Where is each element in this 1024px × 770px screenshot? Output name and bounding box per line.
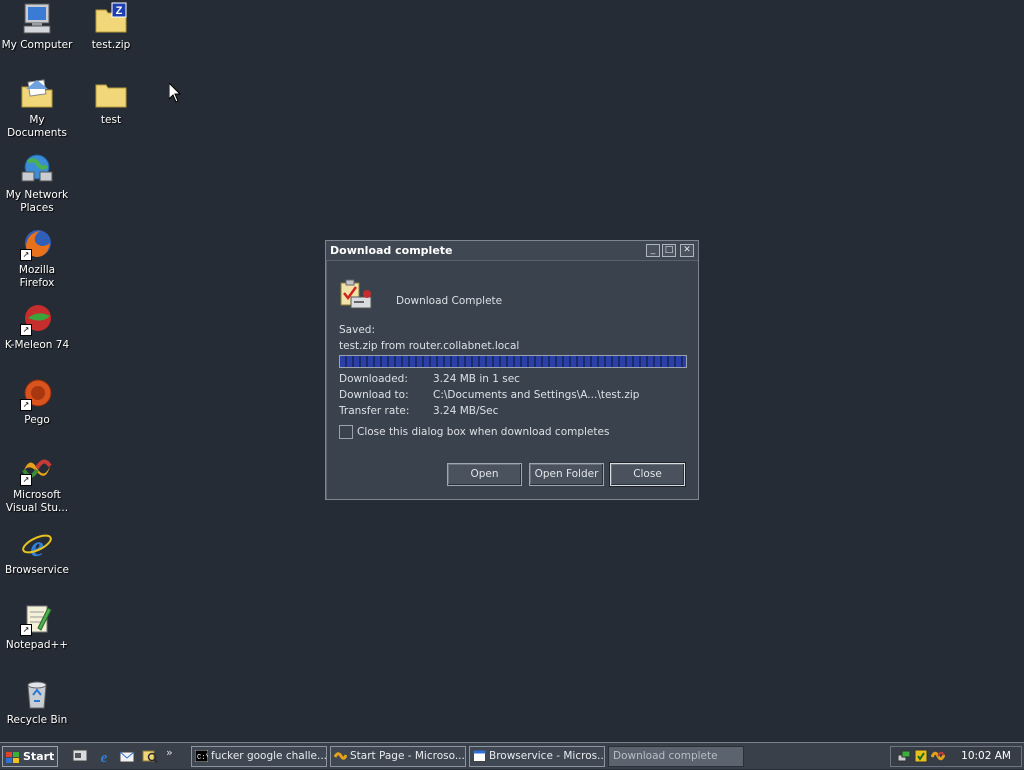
desktop-icon-label: test.zip [91,39,131,51]
desktop-icon-my-computer[interactable]: My Computer [0,2,74,52]
outlook-express-icon[interactable] [119,748,135,764]
documents-folder-icon [20,77,54,111]
visual-studio-tray-icon[interactable] [930,749,946,766]
visual-studio-icon: ↗ [20,452,54,486]
shortcut-arrow-icon: ↗ [20,624,32,636]
saved-value: test.zip from router.collabnet.local [339,340,520,352]
svg-text:Z: Z [116,5,123,17]
desktop-icon-pego[interactable]: ↗ Pego [0,377,74,427]
security-tray-icon[interactable] [914,749,928,766]
network-globe-icon [20,152,54,186]
open-folder-button[interactable]: Open Folder [529,463,604,486]
network-tray-icon[interactable] [897,749,911,766]
download-clipboard-icon [339,279,373,314]
desktop-icon-label: Notepad++ [5,639,69,651]
start-button[interactable]: Start [2,746,58,767]
command-prompt-icon: C:\ [194,749,210,766]
taskbar: Start e » C:\ fucker google challe... St… [0,742,1024,769]
desktop-icon-label: Mozilla Firefox [18,264,56,289]
desktop-icon-label: test [100,114,122,126]
close-when-complete-checkbox[interactable] [339,425,353,439]
svg-text:e: e [30,530,43,561]
desktop-icon-label: K-Meleon 74 [4,339,70,351]
dialog-titlebar[interactable]: Download complete _ □ ✕ [326,241,698,261]
minimize-icon: _ [650,245,656,255]
desktop-icon-label: My Documents [7,114,67,139]
shortcut-arrow-icon: ↗ [20,474,32,486]
download-to-label: Download to: [339,389,409,401]
desktop-icon-label: My Computer [1,39,73,51]
desktop-icon-label: Recycle Bin [6,714,68,726]
transfer-rate-label: Transfer rate: [339,405,410,417]
maximize-button[interactable]: □ [662,244,676,257]
quicklaunch-more-button[interactable]: » [166,746,173,759]
dialog-title: Download complete [330,244,453,257]
desktop-icon-test-folder[interactable]: test [74,77,148,127]
search-icon[interactable] [142,748,158,764]
desktop-icon-my-network-places[interactable]: My Network Places [0,152,74,215]
shortcut-arrow-icon: ↗ [20,249,32,261]
minimize-button[interactable]: _ [646,244,660,257]
taskbar-item-label: Download complete [613,750,718,762]
shortcut-arrow-icon: ↗ [20,324,32,336]
svg-text:e: e [101,750,108,764]
taskbar-item-label: fucker google challe... [211,750,327,762]
dialog-heading: Download Complete [396,295,503,307]
desktop-icon-browservice[interactable]: e Browservice [0,527,74,577]
downloaded-label: Downloaded: [339,373,408,385]
desktop: My Computer Z test.zip My Documents test… [0,0,1024,742]
desktop-icon-k-meleon[interactable]: ↗ K-Meleon 74 [0,302,74,352]
desktop-icon-label: My Network Places [5,189,69,214]
taskbar-item-cmd[interactable]: C:\ fucker google challe... [191,746,327,767]
clock: 10:02 AM [961,750,1011,762]
taskbar-item-start-page[interactable]: Start Page - Microso... [330,746,466,767]
downloaded-value: 3.24 MB in 1 sec [433,373,520,385]
computer-icon [20,2,54,36]
recycle-bin-icon [20,677,54,711]
close-window-button[interactable]: ✕ [680,244,694,257]
desktop-icon-my-documents[interactable]: My Documents [0,77,74,140]
taskbar-item-label: Start Page - Microso... [350,750,465,762]
document-window-icon [473,750,486,766]
desktop-icon-recycle-bin[interactable]: Recycle Bin [0,677,74,727]
transfer-rate-value: 3.24 MB/Sec [433,405,499,417]
zip-folder-icon: Z [94,2,128,36]
progress-fill [340,356,686,367]
taskbar-item-browservice[interactable]: Browservice - Micros... [469,746,605,767]
internet-explorer-icon: e [20,527,54,563]
download-progress-bar [339,355,687,368]
start-label: Start [23,750,55,763]
mouse-cursor-icon [168,81,182,106]
download-to-value: C:\Documents and Settings\A...\test.zip [433,389,640,401]
system-tray: 10:02 AM [890,746,1022,767]
k-meleon-icon: ↗ [20,302,54,336]
pego-icon: ↗ [20,377,54,411]
open-button[interactable]: Open [447,463,522,486]
desktop-icon-notepad-plus-plus[interactable]: ↗ Notepad++ [0,602,74,652]
shortcut-arrow-icon: ↗ [20,399,32,411]
close-icon: ✕ [683,245,691,255]
folder-icon [94,77,128,111]
desktop-icon-label: Microsoft Visual Stu... [5,489,69,514]
desktop-icon-label: Browservice [5,564,69,576]
desktop-icon-test-zip[interactable]: Z test.zip [74,2,148,52]
taskbar-item-label: Browservice - Micros... [489,750,605,762]
desktop-icon-visual-studio[interactable]: ↗ Microsoft Visual Stu... [0,452,74,515]
close-button[interactable]: Close [609,462,686,487]
desktop-icon-mozilla-firefox[interactable]: ↗ Mozilla Firefox [0,227,74,290]
desktop-icon-label: Pego [24,414,50,426]
download-complete-dialog: Download complete _ □ ✕ Download Complet… [325,240,699,500]
svg-text:C:\: C:\ [197,754,208,762]
close-when-complete-label[interactable]: Close this dialog box when download comp… [357,426,609,438]
maximize-icon: □ [664,245,674,255]
visual-studio-small-icon [333,750,348,766]
internet-explorer-quicklaunch-icon[interactable]: e [96,748,112,766]
show-desktop-icon[interactable] [72,748,88,764]
firefox-icon: ↗ [20,227,54,261]
notepad-plus-plus-icon: ↗ [20,602,54,636]
windows-flag-icon [6,751,19,770]
saved-label: Saved: [339,324,375,336]
taskbar-item-download-complete[interactable]: Download complete [608,746,744,767]
